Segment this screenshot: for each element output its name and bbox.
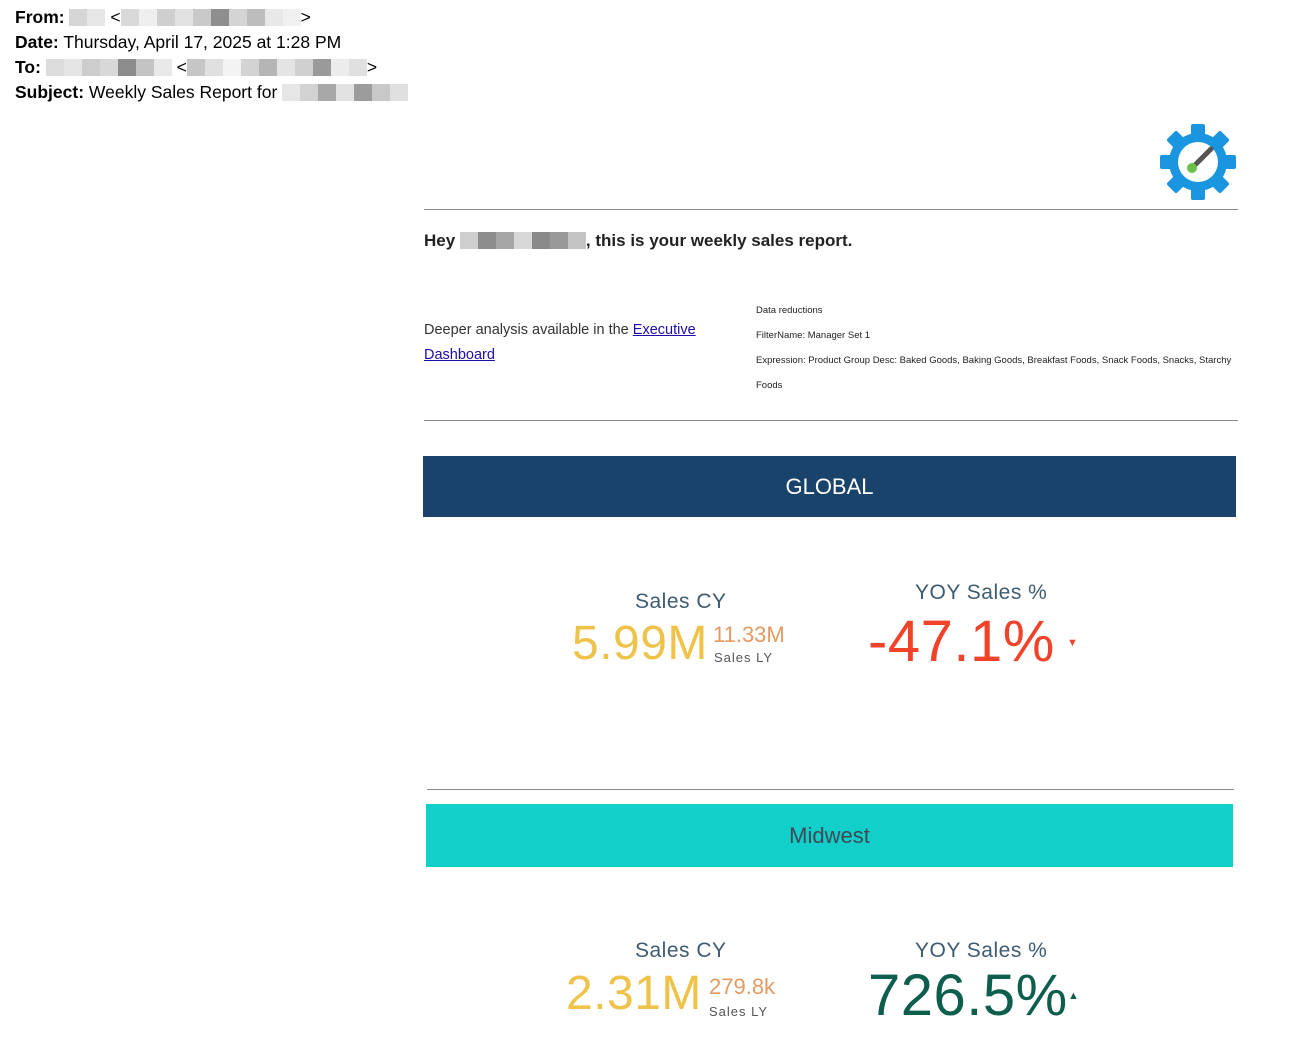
global-sales-cy-label: Sales CY — [635, 590, 727, 613]
to-label: To: — [15, 57, 41, 77]
redacted-recipient-email — [186, 58, 367, 76]
section-divider — [424, 420, 1238, 421]
midwest-yoy-label: YOY Sales % — [915, 939, 1048, 962]
global-yoy-value: -47.1% — [868, 609, 1055, 674]
redacted-sender-name — [69, 8, 106, 26]
midwest-sales-cy-label: Sales CY — [635, 939, 727, 962]
global-sales-ly-value: 11.33M — [713, 622, 785, 647]
global-yoy-down-arrow-icon: ▼ — [1067, 637, 1078, 649]
redacted-recipient-name — [45, 58, 172, 76]
midwest-divider — [427, 789, 1234, 790]
subject-value: Weekly Sales Report for — [88, 82, 278, 102]
date-value: Thursday, April 17, 2025 at 1:28 PM — [63, 32, 342, 52]
midwest-band: Midwest — [426, 804, 1233, 867]
deeper-analysis-text: Deeper analysis available in the Executi… — [424, 322, 696, 363]
midwest-yoy-up-arrow-icon: ▲ — [1068, 990, 1079, 1002]
reductions-title: Data reductions — [756, 305, 823, 316]
data-reductions: Data reductions FilterName: Manager Set … — [756, 298, 1238, 398]
date-label: Date: — [15, 32, 59, 52]
midwest-sales-ly-value: 279.8k — [709, 974, 776, 999]
subject-label: Subject: — [15, 82, 85, 102]
global-band: GLOBAL — [423, 456, 1236, 517]
global-sales-ly-label: Sales LY — [714, 650, 774, 665]
date-row: Date: Thursday, April 17, 2025 at 1:28 P… — [15, 30, 408, 55]
reductions-filter: FilterName: Manager Set 1 — [756, 330, 871, 341]
email-header: From: < > Date: Thursday, April 17, 2025 … — [15, 5, 409, 105]
global-sales-cy-value: 5.99M — [572, 617, 708, 670]
top-divider — [424, 209, 1238, 210]
redacted-subject-name — [282, 83, 409, 101]
redacted-sender-email — [120, 8, 301, 26]
to-row: To: < > — [15, 57, 378, 77]
subject-row: Subject: Weekly Sales Report for — [15, 80, 409, 105]
midwest-yoy-value: 726.5% — [868, 963, 1068, 1028]
midwest-sales-cy-value: 2.31M — [566, 967, 702, 1020]
greeting: Hey , this is your weekly sales report. — [424, 231, 853, 250]
from-label: From: — [15, 7, 65, 27]
midwest-sales-ly-label: Sales LY — [709, 1004, 769, 1019]
reductions-expression: Expression: Product Group Desc: Baked Go… — [756, 355, 1232, 391]
gear-gauge-icon — [1160, 124, 1236, 200]
from-row: From: < > — [15, 7, 311, 27]
redacted-user-name — [459, 232, 586, 249]
global-yoy-label: YOY Sales % — [915, 581, 1048, 604]
